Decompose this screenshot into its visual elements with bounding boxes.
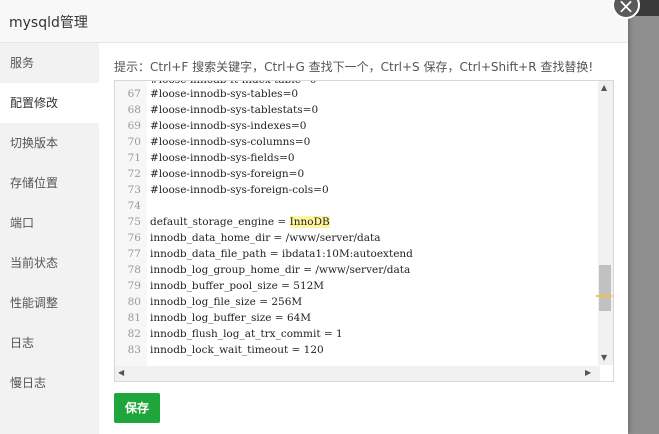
content-panel: 提示：Ctrl+F 搜索关键字，Ctrl+G 查找下一个，Ctrl+S 保存，C… [100, 43, 628, 434]
scroll-up-arrow-icon[interactable]: ▲ [601, 83, 607, 92]
code-line[interactable]: 82 innodb_flush_log_at_trx_commit = 1 [115, 326, 595, 342]
sidebar-item-service[interactable]: 服务 [0, 43, 99, 83]
code-line[interactable]: 69 #loose-innodb-sys-indexes=0 [115, 118, 595, 134]
sidebar-item-config-edit[interactable]: 配置修改 [0, 83, 99, 123]
save-button[interactable]: 保存 [114, 393, 160, 423]
dialog-titlebar: mysqld管理 [0, 0, 628, 43]
code-line[interactable]: 77 innodb_data_file_path = ibdata1:10M:au… [115, 246, 595, 262]
code-line[interactable]: 81 innodb_log_buffer_size = 64M [115, 310, 595, 326]
code-line[interactable]: 70 #loose-innodb-sys-columns=0 [115, 134, 595, 150]
code-line[interactable]: 83 innodb_lock_wait_timeout = 120 [115, 342, 595, 358]
sidebar-item-log[interactable]: 日志 [0, 323, 99, 363]
sidebar-item-current-status[interactable]: 当前状态 [0, 243, 99, 283]
search-match-marker [596, 295, 612, 297]
sidebar-item-slow-log[interactable]: 慢日志 [0, 363, 99, 403]
sidebar-item-switch-version[interactable]: 切换版本 [0, 123, 99, 163]
mysqld-dialog: mysqld管理 服务 配置修改 切换版本 存储位置 端口 当前状态 性能调整 … [0, 0, 628, 434]
code-line[interactable]: 67 #loose-innodb-sys-tables=0 [115, 86, 595, 102]
sidebar-item-storage-location[interactable]: 存储位置 [0, 163, 99, 203]
editor-vertical-scrollbar[interactable]: ▲ ▼ [596, 81, 613, 365]
code-line[interactable]: 71 #loose-innodb-sys-fields=0 [115, 150, 595, 166]
code-line[interactable]: 80 innodb_log_file_size = 256M [115, 294, 595, 310]
search-highlight: InnoDB [289, 216, 330, 228]
code-line[interactable]: 76 innodb_data_home_dir = /www/server/dat… [115, 230, 595, 246]
dialog-title: mysqld管理 [9, 15, 88, 31]
code-line[interactable]: 75 default_storage_engine = InnoDB [115, 214, 595, 230]
code-line[interactable]: 73 #loose-innodb-sys-foreign-cols=0 [115, 182, 595, 198]
sidebar-item-port[interactable]: 端口 [0, 203, 99, 243]
code-editor[interactable]: #loose-innodb-ft-index-table=0 67 #loose-… [114, 80, 614, 382]
sidebar: 服务 配置修改 切换版本 存储位置 端口 当前状态 性能调整 日志 慢日志 [0, 43, 99, 434]
code-line[interactable]: 79 innodb_buffer_pool_size = 512M [115, 278, 595, 294]
scroll-left-arrow-icon[interactable]: ◀ [118, 368, 124, 377]
vertical-scroll-thumb[interactable] [599, 265, 611, 311]
sidebar-item-performance[interactable]: 性能调整 [0, 283, 99, 323]
code-line[interactable]: 74 [115, 198, 595, 214]
scroll-down-arrow-icon[interactable]: ▼ [601, 353, 607, 362]
code-line[interactable]: 68 #loose-innodb-sys-tablestats=0 [115, 102, 595, 118]
editor-horizontal-scrollbar[interactable]: ◀ ▶ [115, 366, 600, 381]
editor-hint: 提示：Ctrl+F 搜索关键字，Ctrl+G 查找下一个，Ctrl+S 保存，C… [114, 60, 594, 74]
scroll-right-arrow-icon[interactable]: ▶ [585, 368, 591, 377]
code-line[interactable]: 72 #loose-innodb-sys-foreign=0 [115, 166, 595, 182]
code-line[interactable]: 78 innodb_log_group_home_dir = /www/serve… [115, 262, 595, 278]
